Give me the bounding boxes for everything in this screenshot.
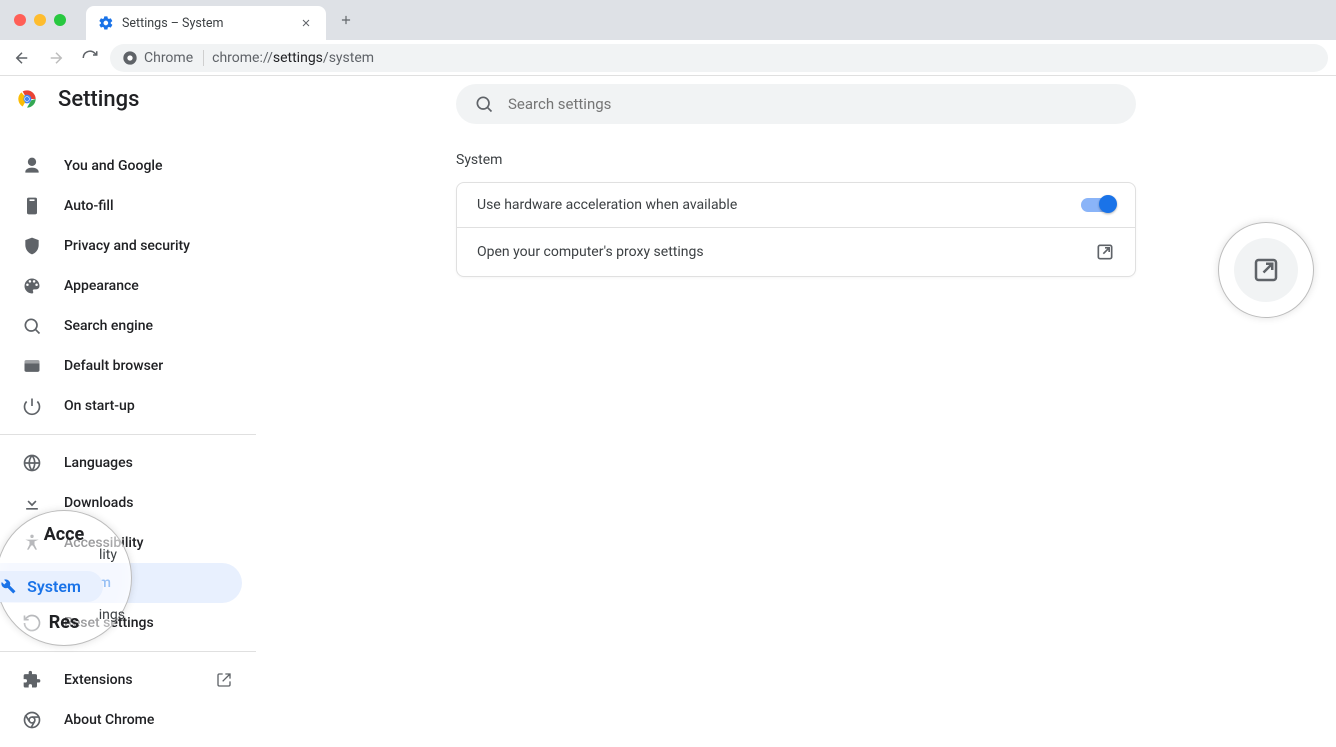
section-title: System — [456, 152, 1136, 168]
palette-icon — [22, 276, 42, 296]
divider — [0, 651, 256, 652]
sidebar-item-label: Privacy and security — [64, 238, 190, 254]
sidebar-item-label: Extensions — [64, 672, 133, 688]
sidebar-item-label: Appearance — [64, 278, 139, 294]
close-window-button[interactable] — [14, 14, 26, 26]
close-tab-icon[interactable] — [298, 15, 314, 31]
row-label: Open your computer's proxy settings — [477, 244, 704, 260]
forward-button[interactable] — [42, 44, 70, 72]
sidebar: You and Google Auto-fill Privacy and sec… — [0, 76, 256, 747]
new-tab-button[interactable] — [332, 6, 360, 34]
sidebar-item-autofill[interactable]: Auto-fill — [0, 186, 242, 226]
sidebar-item-label: Auto-fill — [64, 198, 114, 214]
search-icon — [474, 94, 494, 114]
search-settings[interactable] — [456, 84, 1136, 124]
tab-title: Settings – System — [122, 16, 290, 31]
sidebar-item-label: Reset settings — [64, 615, 154, 631]
maximize-window-button[interactable] — [54, 14, 66, 26]
reload-button[interactable] — [76, 44, 104, 72]
omnibox[interactable]: Chrome chrome://settings/system — [110, 44, 1328, 72]
address-bar: Chrome chrome://settings/system — [0, 40, 1336, 76]
sidebar-item-extensions[interactable]: Extensions — [0, 660, 242, 700]
browser-tab-strip: Settings – System — [0, 0, 1336, 40]
accessibility-icon — [22, 533, 42, 553]
sidebar-item-privacy[interactable]: Privacy and security — [0, 226, 242, 266]
reset-icon — [22, 613, 42, 633]
sidebar-item-languages[interactable]: Languages — [0, 443, 242, 483]
site-chip-label: Chrome — [144, 50, 193, 66]
power-icon — [22, 396, 42, 416]
puzzle-icon — [22, 670, 42, 690]
row-label: Use hardware acceleration when available — [477, 197, 737, 213]
sidebar-item-you-and-google[interactable]: You and Google — [0, 146, 242, 186]
sidebar-item-label: Search engine — [64, 318, 153, 334]
sidebar-item-search-engine[interactable]: Search engine — [0, 306, 242, 346]
toggle-on[interactable] — [1081, 198, 1115, 212]
sidebar-item-label: System — [64, 575, 111, 591]
window-controls — [0, 14, 80, 26]
wrench-icon — [22, 573, 42, 593]
clipboard-icon — [22, 196, 42, 216]
browser-tab[interactable]: Settings – System — [86, 6, 326, 40]
browser-icon — [22, 356, 42, 376]
settings-card: Use hardware acceleration when available… — [456, 182, 1136, 277]
shield-icon — [22, 236, 42, 256]
search-icon — [22, 316, 42, 336]
divider — [0, 434, 256, 435]
back-button[interactable] — [8, 44, 36, 72]
external-link-icon — [216, 672, 232, 688]
person-icon — [22, 156, 42, 176]
sidebar-item-label: Accessibility — [64, 535, 143, 551]
sidebar-item-label: About Chrome — [64, 712, 154, 728]
sidebar-item-startup[interactable]: On start-up — [0, 386, 242, 426]
row-hardware-acceleration[interactable]: Use hardware acceleration when available — [457, 183, 1135, 227]
sidebar-item-system[interactable]: System — [0, 563, 242, 603]
url-text: chrome://settings/system — [212, 50, 374, 66]
sidebar-item-label: On start-up — [64, 398, 135, 414]
sidebar-item-accessibility[interactable]: Accessibility — [0, 523, 242, 563]
sidebar-item-downloads[interactable]: Downloads — [0, 483, 242, 523]
sidebar-item-default-browser[interactable]: Default browser — [0, 346, 242, 386]
search-input[interactable] — [508, 95, 1118, 113]
globe-icon — [22, 453, 42, 473]
sidebar-item-appearance[interactable]: Appearance — [0, 266, 242, 306]
sidebar-item-label: Languages — [64, 455, 133, 471]
sidebar-item-about[interactable]: About Chrome — [0, 700, 242, 740]
minimize-window-button[interactable] — [34, 14, 46, 26]
sidebar-item-reset[interactable]: Reset settings — [0, 603, 242, 643]
download-icon — [22, 493, 42, 513]
sidebar-item-label: You and Google — [64, 158, 162, 174]
site-chip: Chrome — [122, 50, 204, 66]
main-content: System Use hardware acceleration when av… — [256, 76, 1336, 747]
row-proxy-settings[interactable]: Open your computer's proxy settings — [457, 227, 1135, 276]
gear-icon — [98, 15, 114, 31]
external-link-icon — [1095, 242, 1115, 262]
sidebar-item-label: Default browser — [64, 358, 163, 374]
chrome-icon — [22, 710, 42, 730]
sidebar-item-label: Downloads — [64, 495, 133, 511]
